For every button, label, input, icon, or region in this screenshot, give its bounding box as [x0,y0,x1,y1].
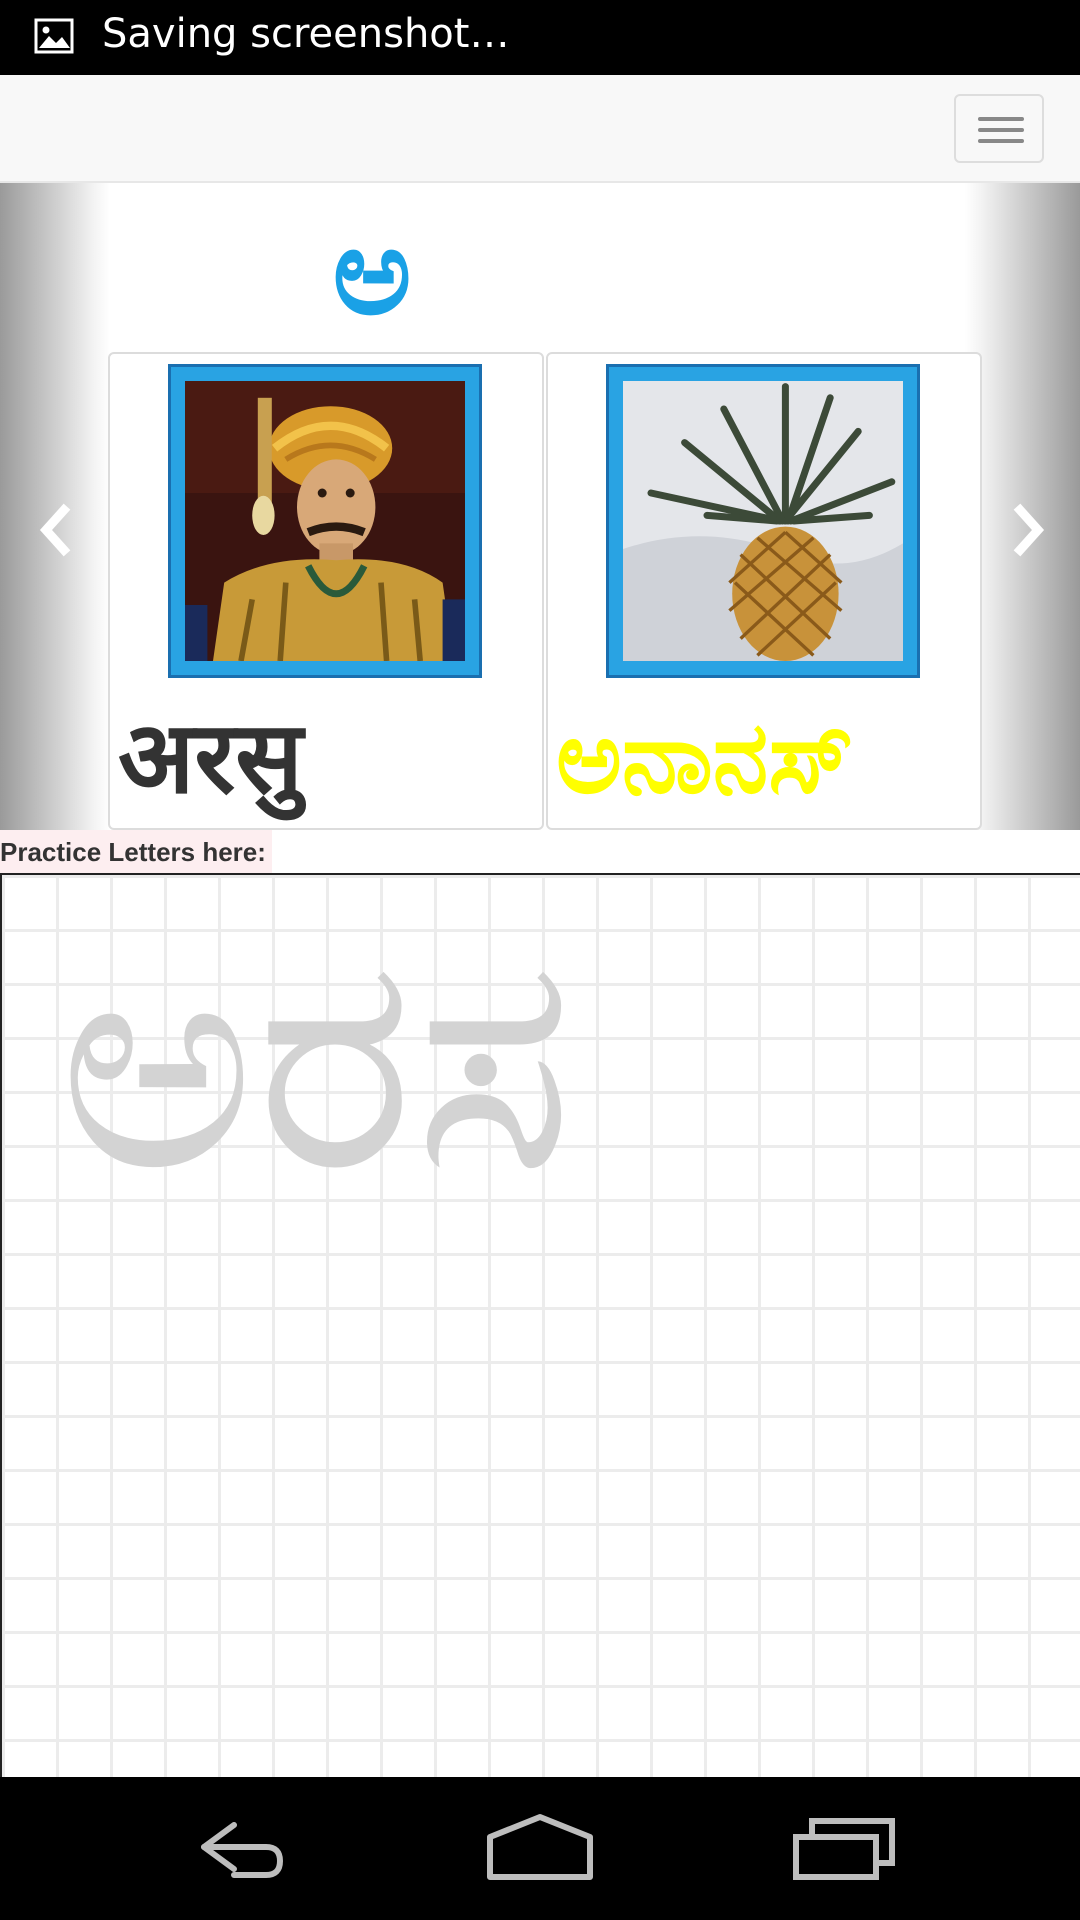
pineapple-image [623,381,903,661]
chevron-right-icon[interactable] [1000,490,1060,570]
king-portrait-image [185,381,465,661]
practice-label: Practice Letters here: [0,830,272,874]
home-icon[interactable] [482,1807,598,1887]
letter-heading: ಅ [332,203,412,342]
card-word-label: अरसु [118,699,303,816]
image-icon [34,18,74,54]
status-text: Saving screenshot… [102,11,510,57]
card-word-label: ಅನಾನಸ್ [556,699,854,816]
trace-letters: ಅರಸ [58,888,574,1237]
chevron-left-icon[interactable] [24,490,84,570]
card-image-frame [606,364,920,678]
status-bar: Saving screenshot… [0,0,1080,75]
card-word-arasu[interactable]: अरसु [108,352,544,830]
card-image-frame [168,364,482,678]
hamburger-menu-icon[interactable] [954,94,1044,163]
card-word-ananas[interactable]: ಅನಾನಸ್ [546,352,982,830]
system-nav-bar [0,1777,1080,1920]
back-icon[interactable] [186,1807,296,1887]
top-navbar [0,75,1080,183]
recents-icon[interactable] [790,1807,900,1887]
